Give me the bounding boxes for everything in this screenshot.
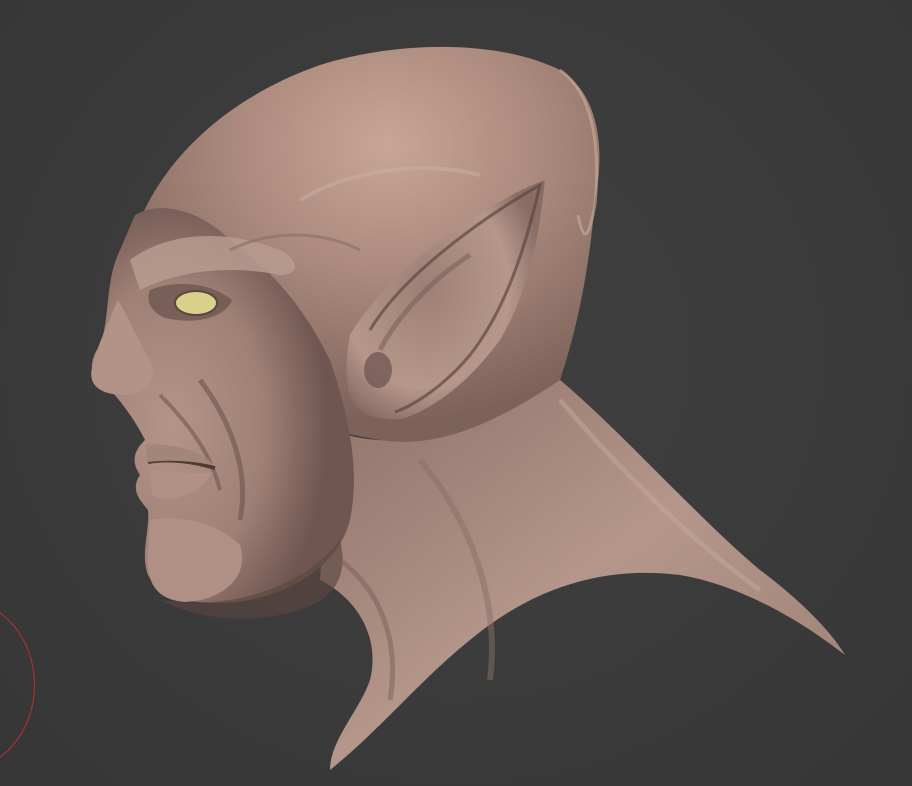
eye-icon [174, 290, 218, 316]
ear-canal [364, 352, 392, 388]
sculpt-viewport[interactable] [0, 0, 912, 786]
head-sculpt-model[interactable] [0, 0, 912, 786]
